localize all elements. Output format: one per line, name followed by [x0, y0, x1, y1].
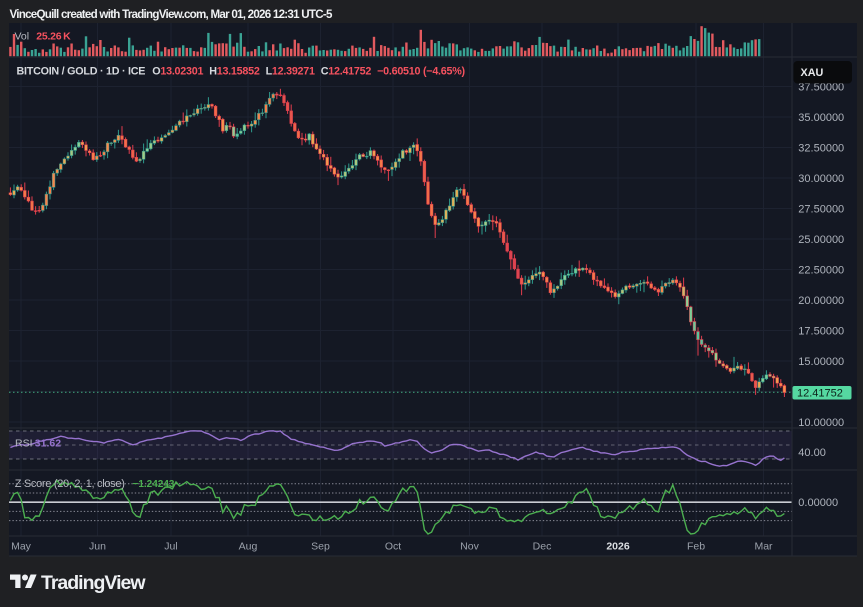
svg-text:RSI: RSI	[15, 437, 33, 449]
svg-text:25.26 K: 25.26 K	[36, 30, 71, 42]
svg-text:VinceQuill created with Tradin: VinceQuill created with TradingView.com,…	[10, 8, 333, 21]
svg-text:10.00000: 10.00000	[798, 417, 844, 429]
svg-text:BITCOIN / GOLD · 1D · ICEO13.0: BITCOIN / GOLD · 1D · ICEO13.02301H13.15…	[17, 65, 466, 77]
svg-text:15.00000: 15.00000	[798, 356, 844, 368]
svg-text:17.50000: 17.50000	[798, 325, 844, 337]
svg-text:31.62: 31.62	[35, 437, 61, 449]
svg-text:35.00000: 35.00000	[798, 112, 844, 124]
svg-text:Oct: Oct	[385, 540, 401, 552]
svg-text:22.50000: 22.50000	[798, 264, 844, 276]
svg-text:0.00000: 0.00000	[798, 497, 838, 509]
svg-text:Jul: Jul	[164, 540, 177, 552]
svg-text:May: May	[11, 540, 32, 552]
svg-text:Z Score (20, 2, 1, close): Z Score (20, 2, 1, close)	[15, 478, 125, 490]
svg-text:Mar: Mar	[754, 540, 773, 552]
svg-text:Feb: Feb	[687, 540, 705, 552]
svg-text:Jun: Jun	[89, 540, 106, 552]
svg-text:40.00: 40.00	[798, 447, 826, 459]
svg-text:27.50000: 27.50000	[798, 203, 844, 215]
svg-text:25.00000: 25.00000	[798, 234, 844, 246]
svg-text:30.00000: 30.00000	[798, 173, 844, 185]
svg-text:−1.24243: −1.24243	[133, 479, 175, 490]
svg-text:Vol: Vol	[15, 30, 30, 42]
svg-text:12.41752: 12.41752	[797, 387, 843, 399]
svg-text:32.50000: 32.50000	[798, 142, 844, 154]
svg-text:XAU: XAU	[801, 67, 824, 79]
svg-text:Dec: Dec	[533, 540, 552, 552]
svg-text:2026: 2026	[606, 540, 630, 552]
svg-text:TradingView: TradingView	[41, 572, 146, 594]
svg-text:Sep: Sep	[311, 540, 330, 552]
svg-text:Aug: Aug	[239, 540, 258, 552]
svg-text:Nov: Nov	[460, 540, 479, 552]
svg-text:20.00000: 20.00000	[798, 295, 844, 307]
